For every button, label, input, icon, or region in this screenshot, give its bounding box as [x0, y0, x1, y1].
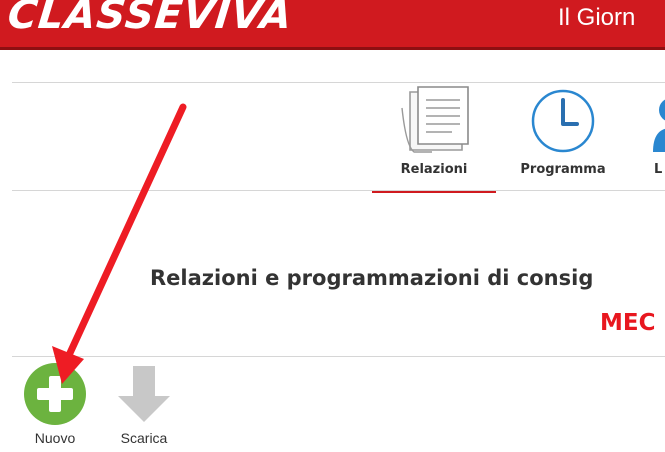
classeviva-logo[interactable]: CLASSEVIVA [6, 0, 295, 38]
page-title: Relazioni e programmazioni di consig [150, 266, 594, 290]
tab-programma-label: Programma [520, 162, 606, 177]
download-button[interactable]: Scarica [104, 362, 184, 446]
tab-relazioni-label: Relazioni [400, 162, 468, 177]
new-button-label: Nuovo [34, 430, 76, 446]
download-button-label: Scarica [120, 430, 168, 446]
header-subtitle: Il Giorn [558, 4, 636, 31]
divider-tabs [12, 190, 665, 191]
tab-third-label: L [654, 162, 663, 177]
document-icon [401, 86, 469, 153]
divider-top [12, 82, 665, 83]
class-name: MEC [600, 310, 656, 336]
plus-circle-icon [24, 363, 86, 425]
tab-programma[interactable]: Programma [510, 86, 616, 177]
tab-relazioni[interactable]: Relazioni [372, 86, 496, 177]
new-button[interactable]: Nuovo [18, 362, 92, 446]
clock-icon [531, 89, 595, 153]
tab-third[interactable]: L [640, 86, 665, 177]
divider-toolbar [12, 356, 665, 357]
app-header: CLASSEVIVA Il Giorn [0, 0, 665, 50]
download-arrow-icon [118, 366, 170, 422]
user-icon [653, 99, 665, 152]
annotation-arrow [52, 103, 187, 384]
